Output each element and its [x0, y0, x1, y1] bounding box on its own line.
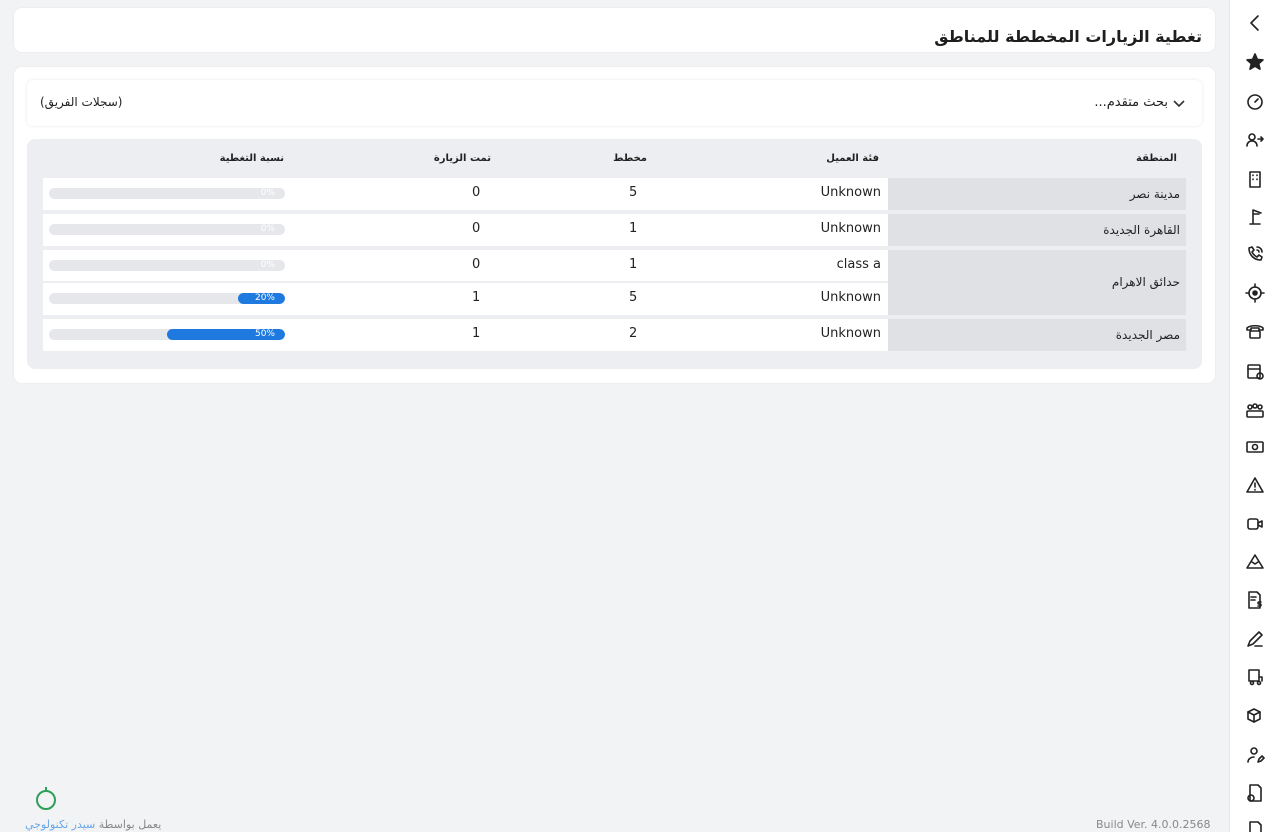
coverage-label: 0%: [260, 224, 275, 234]
planned-cell: 5: [629, 185, 638, 200]
advanced-search-toggle[interactable]: بحث متقدم...: [1094, 95, 1186, 110]
signature-icon[interactable]: [1243, 627, 1267, 651]
coverage-bar: 0%: [49, 260, 285, 271]
speedometer-icon[interactable]: [1243, 89, 1267, 113]
region-name: مصر الجديدة: [1115, 328, 1180, 342]
chevron-left-icon[interactable]: [1243, 11, 1267, 35]
coverage-label: 0%: [260, 188, 275, 198]
advanced-search-label: بحث متقدم...: [1094, 95, 1168, 110]
header-visited: تمت الزيارة: [433, 153, 491, 164]
header-coverage: نسبة التغطية: [219, 153, 284, 164]
visited-cell: 0: [472, 185, 481, 200]
visited-cell: 0: [472, 221, 481, 236]
warning-icon[interactable]: [1243, 473, 1267, 497]
customer-class-cell: Unknown: [820, 290, 881, 305]
header-customer-class: فئة العميل: [826, 153, 879, 164]
team-records-label: (سجلات الفريق): [40, 95, 123, 109]
invoice-dollar-icon[interactable]: [1243, 588, 1267, 612]
customer-class-cell: class a: [836, 257, 881, 272]
region-cell: مدينة نصر: [888, 178, 1186, 210]
visited-cell: 0: [472, 257, 481, 272]
planned-cell: 2: [629, 326, 638, 341]
region-cell: مصر الجديدة: [888, 319, 1186, 351]
star-icon[interactable]: [1243, 50, 1267, 74]
planned-cell: 5: [629, 290, 638, 305]
coverage-label: 50%: [254, 329, 275, 339]
document-icon[interactable]: [1243, 818, 1267, 832]
user-edit-icon[interactable]: [1243, 743, 1267, 767]
header-planned: مخطط: [613, 153, 647, 164]
powered-prefix: يعمل بواسطة: [98, 818, 162, 831]
customer-class-cell: Unknown: [820, 326, 881, 341]
page-title: تغطية الزيارات المخططة للمناطق: [934, 27, 1202, 46]
advanced-search-bar: بحث متقدم... (سجلات الفريق): [27, 80, 1202, 126]
region-cell: حدائق الاهرام: [888, 250, 1186, 315]
telephone-icon[interactable]: [1243, 319, 1267, 343]
coverage-bar: 50%: [49, 329, 285, 340]
phone-signal-icon[interactable]: [1243, 242, 1267, 266]
coverage-table: المنطقة فئة العميل مخطط تمت الزيارة نسبة…: [27, 139, 1202, 369]
coverage-bar: 0%: [49, 224, 285, 235]
powered-brand-link[interactable]: سيدر تكنولوجي: [25, 818, 95, 831]
region-name: القاهرة الجديدة: [1103, 223, 1180, 237]
customer-class-cell: Unknown: [820, 185, 881, 200]
users-swap-icon[interactable]: [1243, 128, 1267, 152]
coverage-label: 0%: [260, 260, 275, 270]
crane-icon[interactable]: [1243, 204, 1267, 228]
build-version: Build Ver. 4.0.0.2568: [1096, 818, 1211, 831]
chevron-down-icon: [1173, 99, 1185, 107]
region-name: مدينة نصر: [1129, 187, 1180, 201]
mountain-icon[interactable]: [1243, 549, 1267, 573]
document-add-icon[interactable]: [1243, 781, 1267, 805]
building-icon[interactable]: [1243, 167, 1267, 191]
powered-by: يعمل بواسطة سيدر تكنولوجي: [25, 818, 161, 831]
planned-cell: 1: [629, 221, 638, 236]
coverage-bar: 0%: [49, 188, 285, 199]
planned-cell: 1: [629, 257, 638, 272]
truck-box-icon[interactable]: [1243, 704, 1267, 728]
page-header: تغطية الزيارات المخططة للمناطق: [14, 8, 1215, 52]
team-icon[interactable]: [1243, 398, 1267, 422]
target-icon[interactable]: [1243, 281, 1267, 305]
coverage-label: 20%: [254, 293, 275, 303]
region-cell: القاهرة الجديدة: [888, 214, 1186, 246]
header-region: المنطقة: [1136, 153, 1177, 164]
coverage-bar: 20%: [49, 293, 285, 304]
money-icon[interactable]: [1243, 435, 1267, 459]
region-name: حدائق الاهرام: [1111, 275, 1180, 289]
calendar-add-icon[interactable]: [1243, 359, 1267, 383]
visited-cell: 1: [472, 290, 481, 305]
customer-class-cell: Unknown: [820, 221, 881, 236]
visited-cell: 1: [472, 326, 481, 341]
sidebar-rail: [1229, 0, 1279, 832]
video-call-icon[interactable]: [1243, 512, 1267, 536]
report-card: بحث متقدم... (سجلات الفريق) المنطقة فئة …: [14, 67, 1215, 383]
delivery-icon[interactable]: [1243, 665, 1267, 689]
timer-icon[interactable]: [33, 785, 59, 811]
